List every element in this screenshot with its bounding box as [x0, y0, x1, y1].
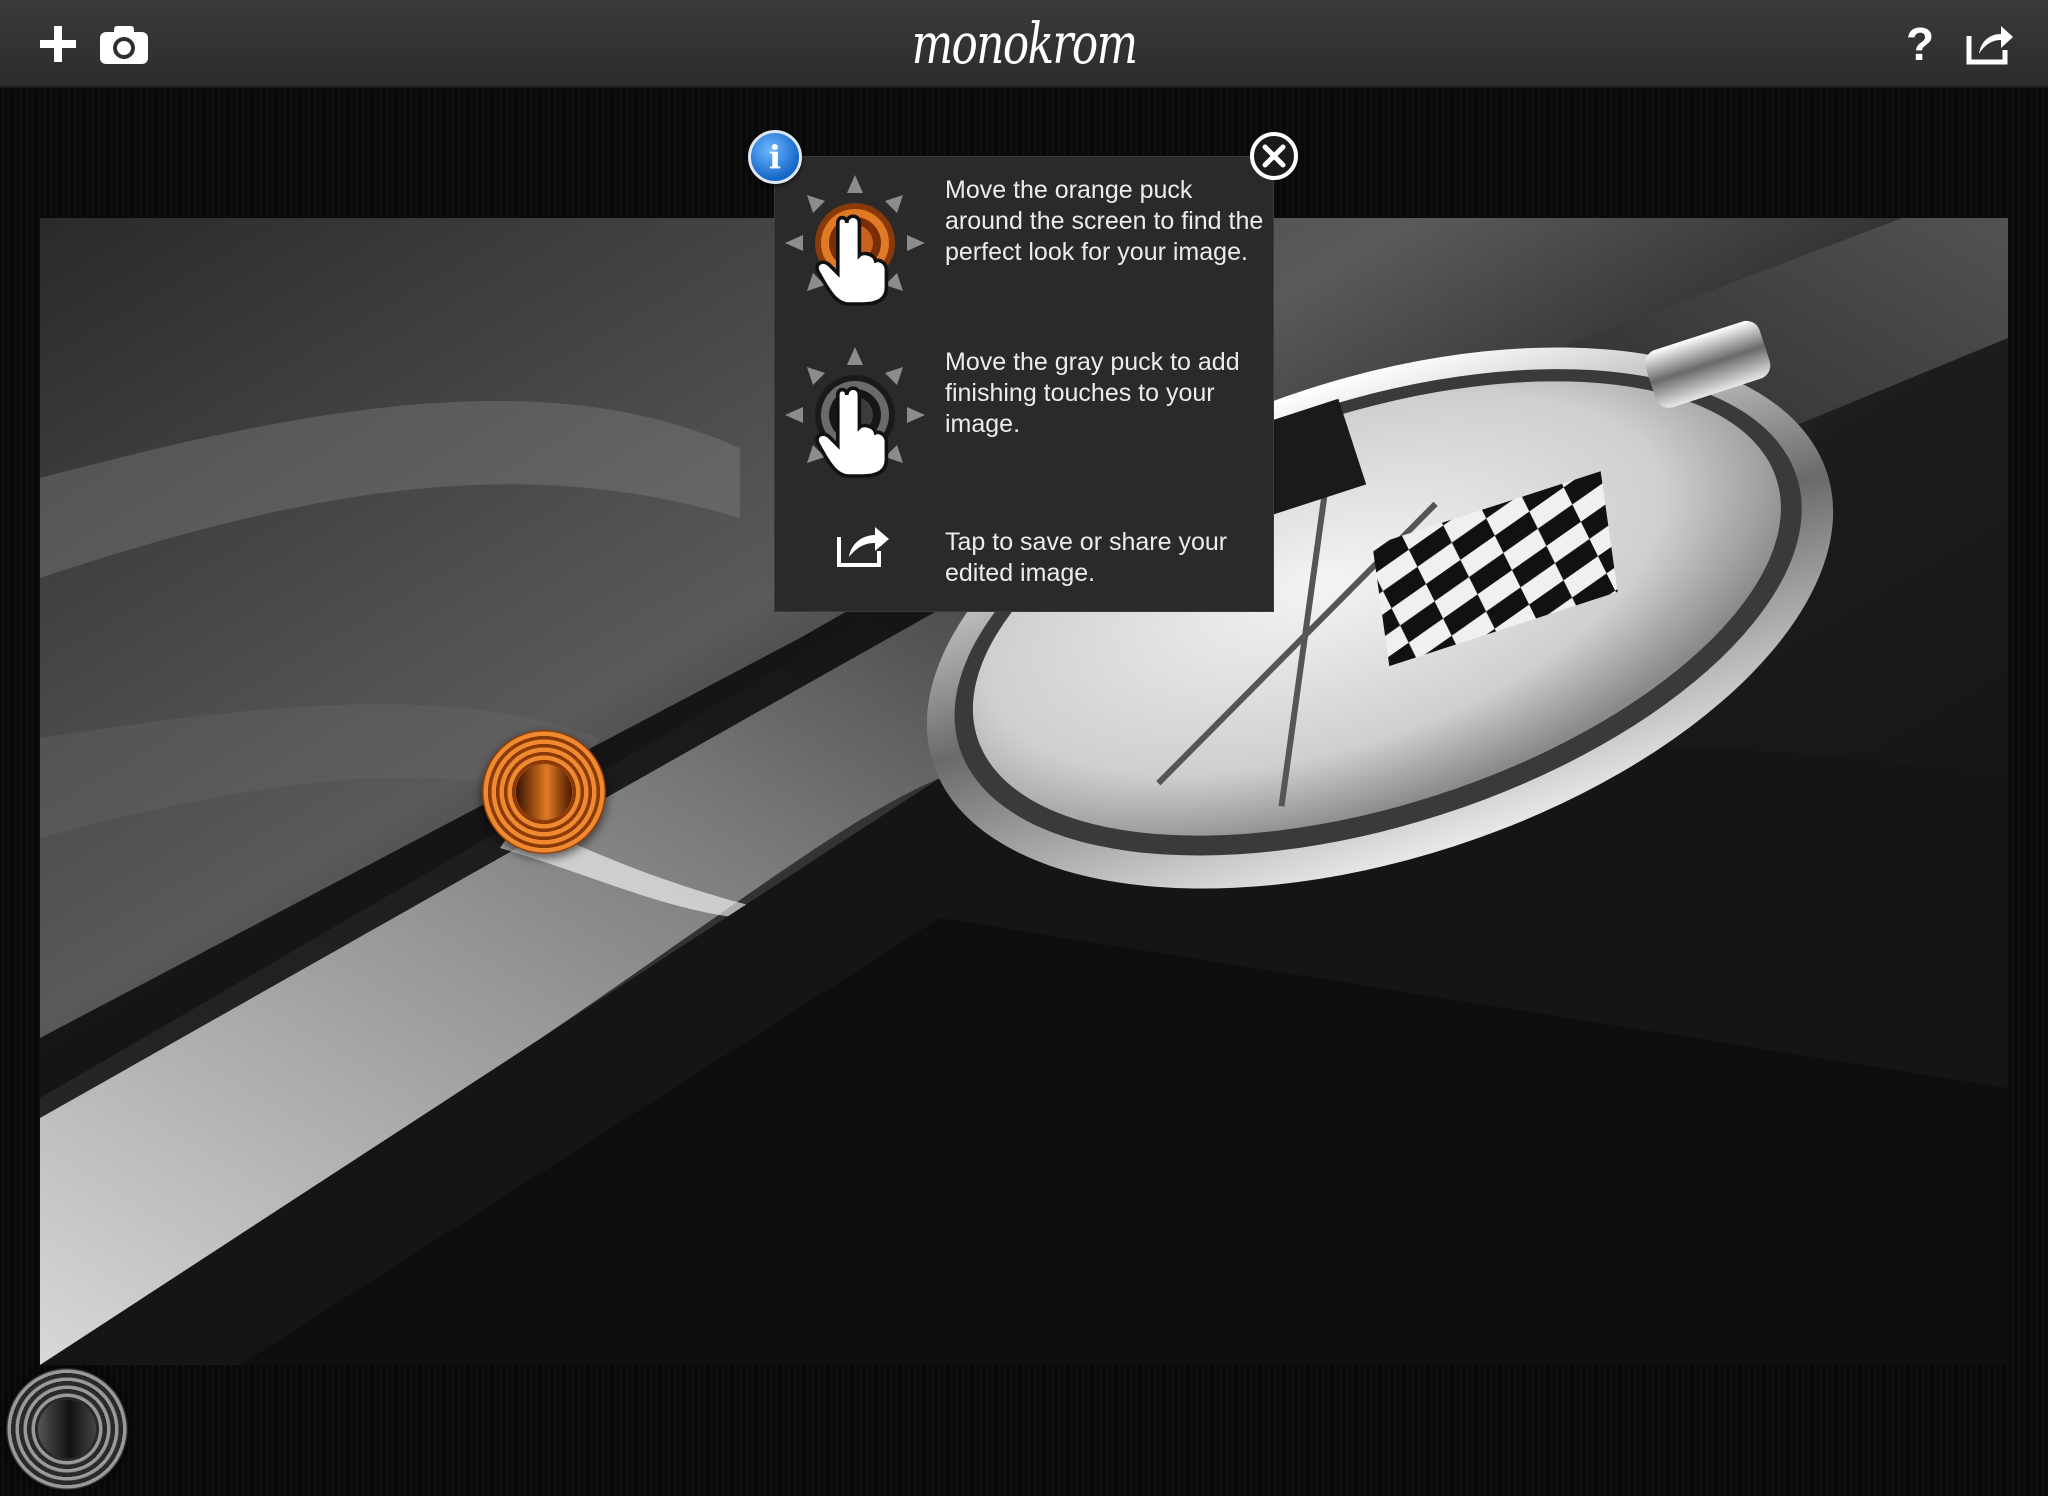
help-popover: Move the orange puck around the screen t… [774, 156, 1274, 612]
camera-icon [100, 26, 148, 64]
close-icon [1262, 144, 1286, 168]
question-icon: ? [1905, 18, 1935, 70]
gray-puck[interactable] [6, 1368, 128, 1490]
share-icon [837, 527, 889, 567]
camera-button[interactable] [94, 14, 154, 74]
add-button[interactable] [28, 14, 88, 74]
logo-text: monokrom [911, 11, 1138, 77]
help-text-share: Tap to save or share your edited image. [945, 528, 1228, 587]
app-logo: monokrom [912, 6, 1138, 82]
close-popover-button[interactable] [1250, 132, 1298, 180]
help-item-orange-puck: Move the orange puck around the screen t… [775, 175, 1275, 325]
help-item-share: Tap to save or share your edited image. [775, 517, 1275, 597]
help-text-gray-puck: Move the gray puck to add finishing touc… [945, 348, 1240, 438]
orange-puck-touch-icon [785, 175, 925, 306]
orange-puck[interactable] [482, 730, 606, 854]
gray-puck-touch-icon [785, 347, 925, 478]
help-item-gray-puck: Move the gray puck to add finishing touc… [775, 347, 1275, 497]
info-icon: i [748, 130, 802, 184]
help-button[interactable]: ? [1890, 14, 1950, 74]
share-icon [1966, 26, 2013, 65]
plus-icon [40, 26, 76, 62]
help-text-orange-puck: Move the orange puck around the screen t… [945, 176, 1264, 266]
share-button[interactable] [1960, 14, 2020, 74]
top-toolbar: monokrom ? [0, 0, 2048, 88]
